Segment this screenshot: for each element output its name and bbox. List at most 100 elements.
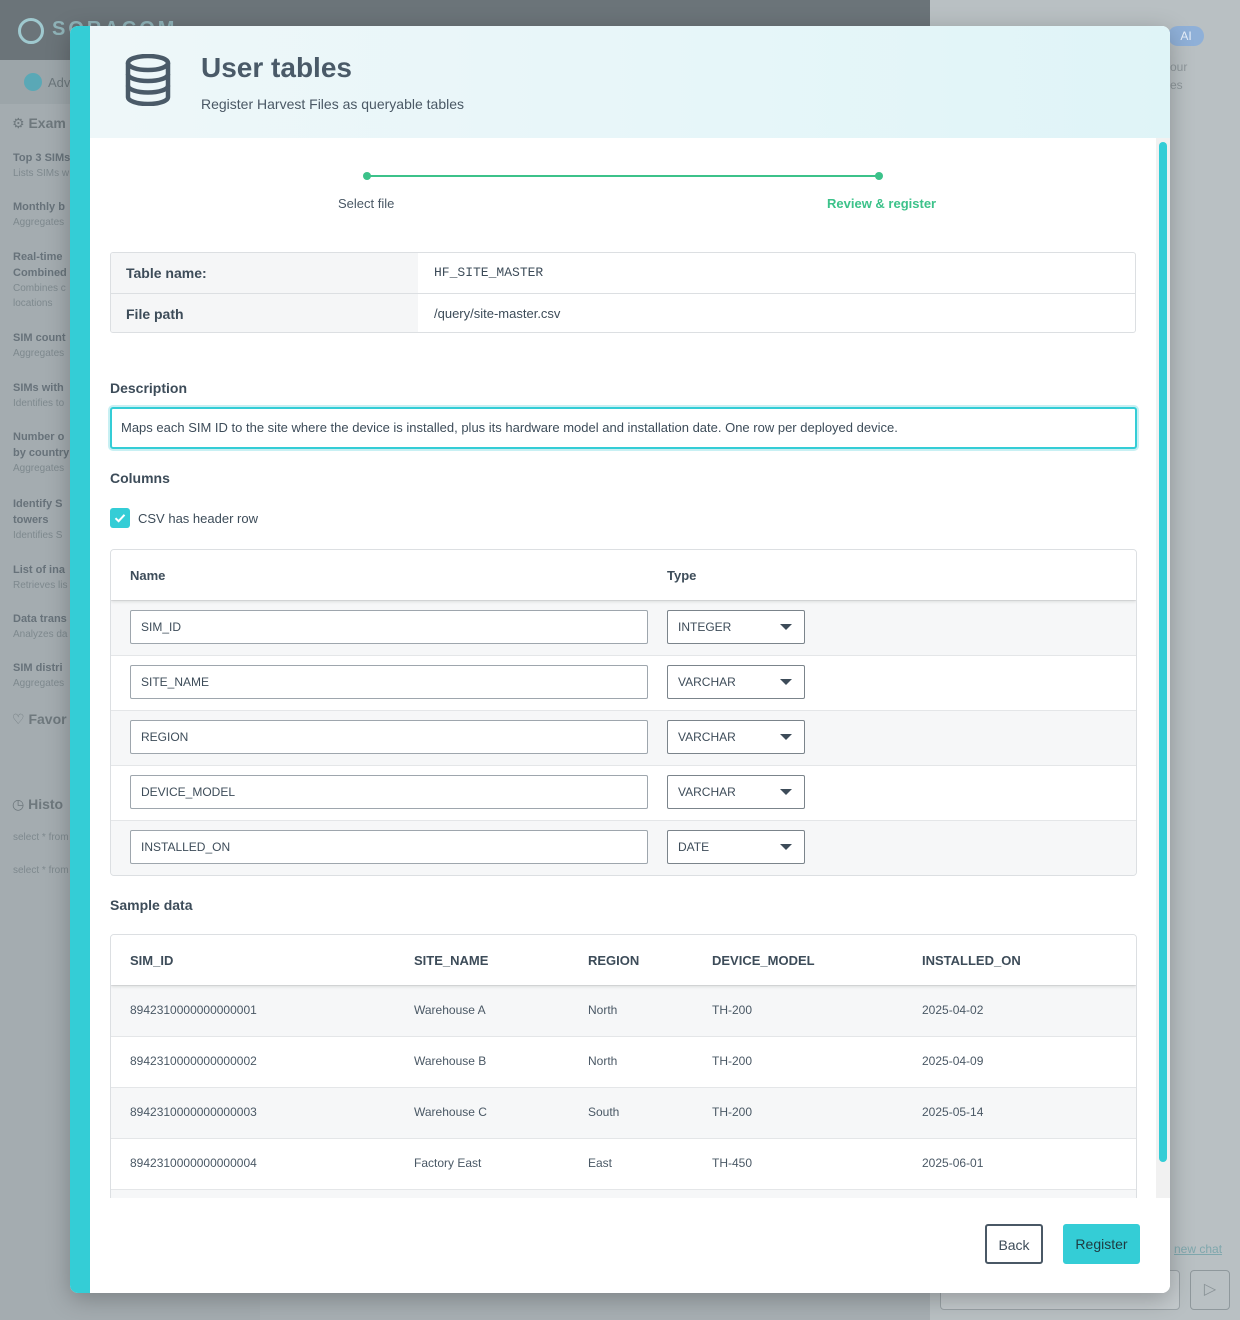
ai-badge: AI (1168, 26, 1204, 46)
sample-cell: 8942310000000000004 (130, 1156, 257, 1170)
header-row-checkbox-label: CSV has header row (138, 511, 258, 526)
caret-down-icon (780, 844, 792, 850)
send-icon[interactable]: ▷ (1190, 1270, 1230, 1310)
file-path-value: /query/site-master.csv (434, 306, 561, 321)
example-item[interactable]: SIMs with Identifies to (13, 380, 73, 411)
header-row-checkbox[interactable] (110, 508, 130, 528)
sample-row: 8942310000000000003 Warehouse C South TH-20… (111, 1087, 1136, 1138)
sample-header-cell: REGION (588, 953, 640, 968)
description-input[interactable]: Maps each SIM ID to the site where the d… (110, 407, 1137, 449)
example-desc: Combines c (13, 283, 66, 294)
modal-accent-bar (70, 26, 90, 1293)
example-title: Identify S (13, 498, 63, 510)
check-icon (114, 514, 126, 523)
column-name-input[interactable]: DEVICE_MODEL (130, 775, 648, 809)
sample-row: 8942310000000000005Factory WestWestTH-45… (111, 1189, 1136, 1198)
register-button[interactable]: Register (1063, 1224, 1140, 1264)
table-name-label: Table name: (111, 253, 418, 293)
history-item[interactable]: select * from (13, 865, 69, 876)
column-type-select[interactable]: VARCHAR (667, 665, 805, 699)
column-row: SIM_ID INTEGER (111, 600, 1136, 655)
favorites-heading: ♡ Favor (12, 711, 67, 727)
example-title-2: Combined (13, 267, 67, 279)
sample-cell: Warehouse B (414, 1054, 487, 1068)
example-item[interactable]: Number o by country Aggregates (13, 429, 73, 476)
column-header-type: Type (667, 568, 697, 583)
back-button[interactable]: Back (985, 1224, 1043, 1264)
example-item[interactable]: Monthly b Aggregates (13, 199, 73, 230)
column-row: DEVICE_MODEL VARCHAR (111, 765, 1136, 820)
example-item[interactable]: Data trans Analyzes da (13, 611, 73, 642)
caret-down-icon (780, 679, 792, 685)
sample-table-header: SIM_ID SITE_NAME REGION DEVICE_MODEL INSTALL… (111, 935, 1136, 985)
sample-cell: 8942310000000000003 (130, 1105, 257, 1119)
caret-down-icon (780, 624, 792, 630)
column-type-select[interactable]: INTEGER (667, 610, 805, 644)
sample-cell: TH-200 (712, 1105, 753, 1119)
column-type-select[interactable]: VARCHAR (667, 775, 805, 809)
new-chat-link[interactable]: new chat (1174, 1242, 1222, 1256)
check-circle-icon (24, 73, 42, 91)
modal-footer: Back Register (90, 1198, 1170, 1293)
sample-cell: 2025-06-01 (922, 1156, 984, 1170)
example-item[interactable]: SIM count Aggregates (13, 330, 73, 361)
column-name-input[interactable]: SITE_NAME (130, 665, 648, 699)
sample-cell: TH-450 (712, 1156, 753, 1170)
modal-subtitle: Register Harvest Files as queryable tabl… (201, 96, 465, 112)
sample-cell: North (588, 1054, 618, 1068)
example-desc-2: locations (13, 298, 53, 309)
example-item[interactable]: Identify S towers Identifies S (13, 496, 73, 543)
example-title: Real-time (13, 251, 63, 263)
column-type-select[interactable]: DATE (667, 830, 805, 864)
step-dot-review (875, 172, 883, 180)
sample-cell: Factory East (414, 1156, 482, 1170)
column-type-value: VARCHAR (678, 675, 736, 689)
table-name-value: HF_SITE_MASTER (434, 265, 544, 280)
example-desc: Aggregates (13, 348, 65, 359)
column-name-input[interactable]: INSTALLED_ON (130, 830, 648, 864)
example-item[interactable]: Real-time Combined Combines c locations (13, 249, 73, 311)
database-icon (125, 54, 171, 106)
logo-icon (18, 18, 44, 44)
sample-cell: North (588, 1003, 618, 1017)
table-name-row: Table name: HF_SITE_MASTER (111, 253, 1135, 293)
step-dot-select-file (363, 172, 371, 180)
examples-heading: ⚙ Exam (12, 115, 66, 131)
sample-header-cell: SIM_ID (130, 953, 174, 968)
column-header-name: Name (130, 568, 166, 583)
example-item[interactable]: Top 3 SIMs Lists SIMs w (13, 150, 73, 181)
columns-label: Columns (110, 470, 170, 486)
example-title-2: by country (13, 447, 70, 459)
advanced-tab[interactable]: Adv (48, 75, 70, 90)
step-label-select-file: Select file (338, 196, 395, 211)
example-title: Top 3 SIMs (13, 152, 71, 164)
example-item[interactable]: SIM distri Aggregates (13, 660, 73, 691)
example-desc: Aggregates (13, 217, 65, 228)
scrollbar-thumb[interactable] (1159, 142, 1167, 1162)
ai-panel-text: es (1170, 78, 1183, 92)
example-title: Number o (13, 431, 65, 443)
history-heading: ◷ Histo (12, 796, 64, 812)
description-label: Description (110, 380, 188, 396)
column-row: REGION VARCHAR (111, 710, 1136, 765)
column-type-value: DATE (678, 840, 710, 854)
table-info: Table name: HF_SITE_MASTER File path /qu… (110, 252, 1136, 333)
sample-cell: TH-200 (712, 1003, 753, 1017)
column-name-input[interactable]: SIM_ID (130, 610, 648, 644)
example-desc: Analyzes da (13, 629, 68, 640)
example-desc: Aggregates (13, 463, 65, 474)
modal-header: User tables Register Harvest Files as qu… (90, 26, 1170, 138)
example-title: SIMs with (13, 382, 64, 394)
modal-title: User tables (201, 52, 352, 83)
column-type-value: INTEGER (678, 620, 732, 634)
example-title: Data trans (13, 613, 67, 625)
column-type-select[interactable]: VARCHAR (667, 720, 805, 754)
history-item[interactable]: select * from (13, 832, 69, 843)
step-label-review-register: Review & register (827, 196, 937, 211)
example-item[interactable]: List of ina Retrieves lis (13, 562, 73, 593)
sample-header-cell: INSTALLED_ON (922, 953, 1021, 968)
user-tables-modal: User tables Register Harvest Files as qu… (70, 26, 1170, 1293)
columns-table-header: Name Type (111, 550, 1136, 600)
column-name-input[interactable]: REGION (130, 720, 648, 754)
sample-header-cell: DEVICE_MODEL (712, 953, 815, 968)
